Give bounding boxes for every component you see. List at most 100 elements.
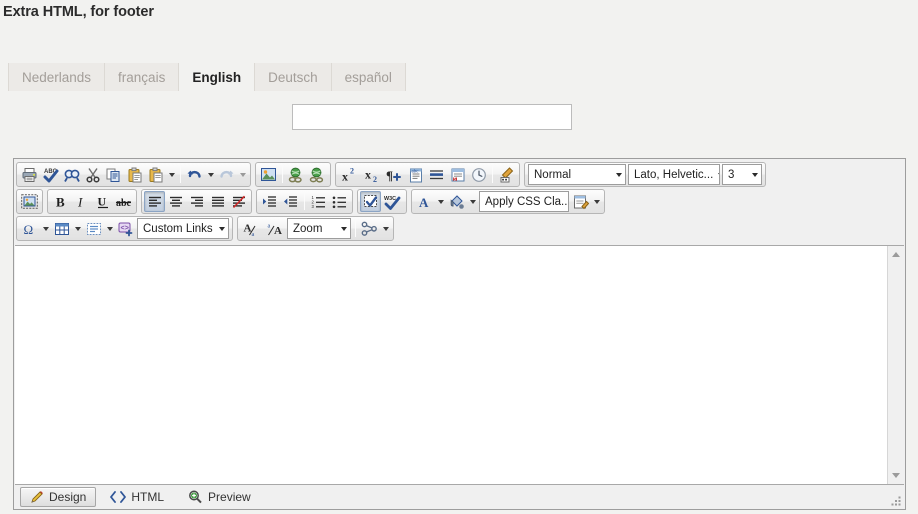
css-class-dropdown[interactable]: Apply CSS Cla.. (479, 191, 569, 212)
format-painter-icon[interactable] (496, 164, 517, 185)
editor-vertical-scrollbar[interactable] (887, 246, 904, 484)
form-element-icon[interactable] (83, 218, 104, 239)
toolbar-group-image-border (16, 189, 43, 214)
module-manager-dropdown-icon[interactable] (380, 218, 391, 239)
image-manager-icon[interactable] (258, 164, 279, 185)
undo-dropdown-icon[interactable] (205, 164, 216, 185)
unlink-icon[interactable] (307, 164, 328, 185)
paragraph-style-dropdown[interactable]: Normal (528, 164, 626, 185)
strikethrough-icon[interactable]: abc (113, 191, 134, 212)
toolbar-group-alignment (141, 189, 252, 214)
language-tab-english[interactable]: English (179, 63, 256, 91)
print-icon[interactable] (19, 164, 40, 185)
superscript-icon[interactable]: x 2 (338, 164, 361, 185)
italic-icon[interactable]: I (71, 191, 92, 212)
toolbar-separator (180, 166, 181, 183)
align-center-icon[interactable] (165, 191, 186, 212)
toolbar-group-insert-elements: Ω <> Custom Links (16, 216, 233, 241)
bold-icon[interactable]: B (50, 191, 71, 212)
svg-text:¶: ¶ (386, 168, 393, 183)
form-element-dropdown-icon[interactable] (104, 218, 115, 239)
fore-color-icon[interactable]: A (414, 191, 435, 212)
align-justify-icon[interactable] (207, 191, 228, 212)
horizontal-rule-icon[interactable] (426, 164, 447, 185)
chevron-down-icon (219, 226, 225, 231)
svg-text:Ω: Ω (23, 222, 33, 237)
bulleted-list-icon[interactable] (329, 191, 350, 212)
toolbar-separator (492, 166, 493, 183)
scroll-up-icon[interactable] (888, 246, 905, 263)
mode-tab-preview[interactable]: Preview (178, 487, 261, 507)
style-builder-dropdown-icon[interactable] (591, 191, 602, 212)
toolbar-group-indent: 1 2 3 (256, 189, 353, 214)
indent-icon[interactable] (259, 191, 280, 212)
toolbar-group-tools: W3C (357, 189, 407, 214)
editor-content-area[interactable] (15, 246, 887, 484)
language-tab-francais[interactable]: français (105, 63, 180, 91)
table-dropdown-icon[interactable] (72, 218, 83, 239)
back-color-icon[interactable] (446, 191, 467, 212)
font-size-dropdown[interactable]: 3 (722, 164, 762, 185)
w3c-validate-icon[interactable]: W3C (381, 191, 404, 212)
document-manager-icon[interactable]: abc (405, 164, 426, 185)
special-character-dropdown-icon[interactable] (40, 218, 51, 239)
title-input[interactable] (292, 104, 572, 130)
paragraph-insert-icon[interactable]: ¶ (384, 164, 405, 185)
mode-tab-label: Design (49, 490, 87, 504)
cut-icon[interactable] (82, 164, 103, 185)
table-icon[interactable] (51, 218, 72, 239)
fore-color-dropdown-icon[interactable] (435, 191, 446, 212)
language-tab-deutsch[interactable]: Deutsch (255, 63, 332, 91)
scroll-down-icon[interactable] (888, 467, 905, 484)
page-title: Extra HTML, for footer (3, 4, 154, 20)
custom-links-value: Custom Links (143, 222, 213, 235)
increase-font-size-icon[interactable]: A a (263, 218, 286, 239)
decrease-font-size-icon[interactable]: A a (240, 218, 263, 239)
resize-grip-icon[interactable] (890, 495, 902, 507)
language-tab-espanol[interactable]: español (331, 63, 406, 91)
language-tab-nederlands[interactable]: Nederlands (8, 63, 106, 91)
paste-options-dropdown-icon[interactable] (166, 164, 177, 185)
language-tab-label: English (192, 69, 242, 85)
special-character-icon[interactable]: Ω (19, 218, 40, 239)
spellcheck-icon[interactable]: ABC (40, 164, 61, 185)
back-color-dropdown-icon[interactable] (467, 191, 478, 212)
outdent-icon[interactable] (280, 191, 301, 212)
mode-tab-design[interactable]: Design (20, 487, 97, 507)
module-manager-icon[interactable] (359, 218, 380, 239)
numbered-list-icon[interactable]: 1 2 3 (308, 191, 329, 212)
rich-text-editor: ABC x 2 x 2 ¶ abc 5 Normal Lato, Helveti… (13, 158, 906, 510)
show-blocks-icon[interactable] (360, 191, 381, 212)
redo-icon[interactable] (216, 164, 237, 185)
paste-icon[interactable] (124, 164, 145, 185)
underline-icon[interactable]: U (92, 191, 113, 212)
hyperlink-icon[interactable] (286, 164, 307, 185)
toolbar-separator (282, 166, 283, 183)
subscript-icon[interactable]: x 2 (361, 164, 384, 185)
css-class-value: Apply CSS Cla.. (485, 195, 568, 208)
font-name-value: Lato, Helvetic... (634, 168, 714, 181)
copy-icon[interactable] (103, 164, 124, 185)
align-left-icon[interactable] (144, 191, 165, 212)
date-time-icon[interactable] (468, 164, 489, 185)
image-with-border-icon[interactable] (19, 191, 40, 212)
svg-text:B: B (56, 195, 65, 210)
remove-format-icon[interactable] (228, 191, 249, 212)
style-builder-icon[interactable] (570, 191, 591, 212)
redo-dropdown-icon[interactable] (237, 164, 248, 185)
svg-text:W3C: W3C (384, 196, 396, 202)
custom-links-dropdown[interactable]: Custom Links (137, 218, 229, 239)
paste-options-icon[interactable] (145, 164, 166, 185)
editor-page: Extra HTML, for footer Nederlands frança… (0, 0, 918, 514)
flash-manager-icon[interactable]: 5 (447, 164, 468, 185)
toolbar-group-clipboard: ABC (16, 162, 251, 187)
insert-code-icon[interactable]: <> (115, 218, 136, 239)
mode-tab-html[interactable]: HTML (100, 487, 174, 507)
align-right-icon[interactable] (186, 191, 207, 212)
zoom-dropdown[interactable]: Zoom (287, 218, 351, 239)
toolbar-row-1: ABC x 2 x 2 ¶ abc 5 Normal Lato, Helveti… (16, 162, 903, 187)
font-name-dropdown[interactable]: Lato, Helvetic... (628, 164, 720, 185)
find-icon[interactable] (61, 164, 82, 185)
font-size-value: 3 (728, 168, 735, 181)
undo-icon[interactable] (184, 164, 205, 185)
